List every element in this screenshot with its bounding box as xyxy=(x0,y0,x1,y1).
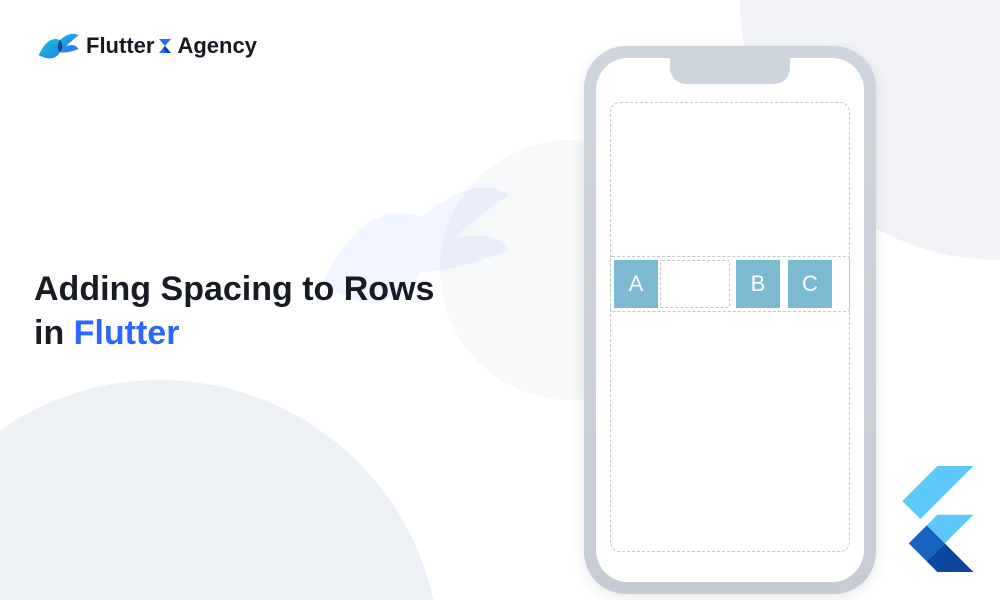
flutter-logo-icon xyxy=(888,466,974,572)
headline-line2-accent: Flutter xyxy=(74,314,180,352)
hummingbird-icon xyxy=(34,26,80,66)
row-example: A B C xyxy=(610,256,850,312)
background-blob-bottom-left xyxy=(0,380,440,600)
brand-divider-icon xyxy=(156,37,174,55)
brand-wordmark: Flutter Agency xyxy=(86,33,257,59)
brand-word-part1: Flutter xyxy=(86,33,154,59)
promo-graphic: Flutter Agency Adding Spacing to Rows in… xyxy=(0,0,1000,600)
phone-screen: A B C xyxy=(596,58,864,582)
brand-word-part2: Agency xyxy=(177,33,256,59)
phone-notch xyxy=(670,58,790,84)
dashed-container xyxy=(610,102,850,552)
headline-line2-prefix: in xyxy=(34,314,74,352)
phone-mockup: A B C xyxy=(584,46,876,594)
row-gap xyxy=(780,260,788,308)
row-cell-b: B xyxy=(736,260,780,308)
headline: Adding Spacing to Rows in Flutter xyxy=(34,268,494,355)
brand-logo: Flutter Agency xyxy=(34,26,257,66)
row-cell-c: C xyxy=(788,260,832,308)
row-spacer xyxy=(660,260,730,308)
headline-line1: Adding Spacing to Rows xyxy=(34,270,434,308)
row-cell-a: A xyxy=(614,260,658,308)
